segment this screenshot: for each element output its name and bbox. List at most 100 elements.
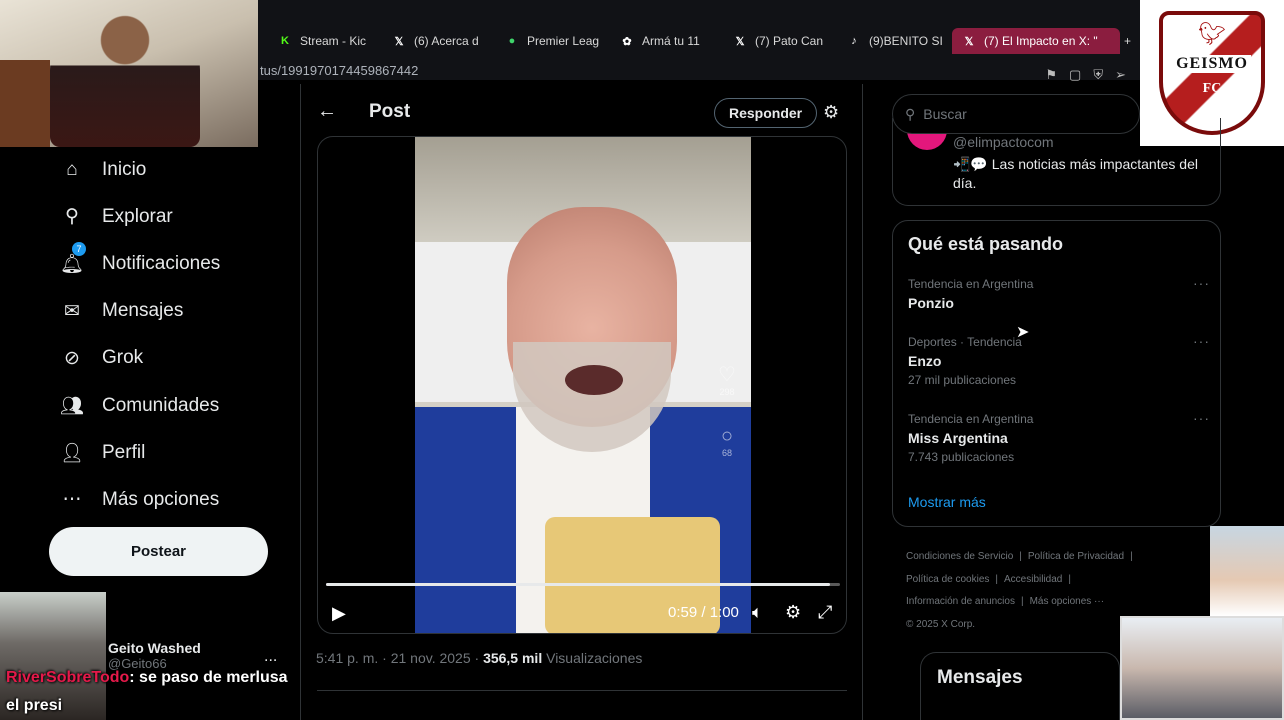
browser-tab[interactable]: ✿ Armá tu 11: [620, 28, 720, 54]
video-progress-fill: [326, 583, 830, 586]
club-name: GEISMO: [1173, 55, 1251, 73]
browser-tab-label: (6) Acerca d: [414, 34, 479, 48]
back-arrow-icon[interactable]: ←: [317, 100, 337, 123]
communities-icon: 👥︎: [59, 395, 85, 417]
video-comment-counter: ○ 68: [715, 425, 739, 458]
sidebar-item-perfil[interactable]: 👤︎ Perfil: [48, 429, 288, 476]
browser-tab[interactable]: 𝕏 (7) Pato Can: [733, 28, 833, 54]
trend-item[interactable]: Tendencia en Argentina Miss Argentina 7.74…: [908, 410, 1210, 464]
chat-message: : se paso de merlusa: [129, 669, 288, 686]
profile-bio: 📲💬 Las noticias más impactantes del día.: [953, 156, 1198, 191]
footer-row: Condiciones de Servicio | Política de Priv…: [906, 546, 1206, 569]
sidebar-item-grok[interactable]: ⊘ Grok: [48, 335, 288, 382]
footer-separator: |: [995, 573, 998, 585]
browser-tab-label: Stream - Kic: [300, 34, 367, 48]
profile-handle[interactable]: @elimpactocom: [953, 134, 1054, 150]
trends-card: Qué está pasando Tendencia en Argentina P…: [892, 220, 1221, 527]
trend-context: Tendencia en Argentina: [908, 412, 1034, 426]
sidebar-nav: ⌂ Inicio ⚲ Explorar 🔔︎ Notificaciones 7 ✉ Mensaj…: [48, 146, 288, 524]
footer-separator: |: [1019, 551, 1022, 562]
screenshot-icon[interactable]: ▢: [1069, 62, 1081, 88]
post-header: ← Post Responder ⚙: [301, 84, 862, 140]
footer-link[interactable]: © 2025 X Corp.: [906, 619, 975, 630]
mouse-cursor-icon: ➤: [1016, 324, 1030, 341]
show-more-link[interactable]: Mostrar más: [908, 494, 986, 510]
gear-tab-icon: ✿: [622, 35, 632, 48]
sliders-icon[interactable]: ⚙: [823, 102, 839, 123]
bookmark-icon[interactable]: ⚑: [1045, 62, 1057, 88]
post-timestamp[interactable]: 5:41 p. m. · 21 nov. 2025 ·: [316, 650, 483, 666]
reply-button[interactable]: Responder: [714, 98, 818, 128]
post-button[interactable]: Postear: [49, 527, 268, 576]
browser-tab[interactable]: ♪ (9)BENITO SI: [847, 28, 947, 54]
browser-tab[interactable]: K Stream - Kic: [278, 28, 378, 54]
club-fc: FC: [1202, 81, 1222, 96]
club-shield: 🐦︎ GEISMO FC: [1159, 11, 1265, 135]
video-frame[interactable]: ♡ 298 ○ 68: [415, 137, 751, 633]
footer-link[interactable]: Información de anuncios: [906, 596, 1015, 607]
post-views-label: Visualizaciones: [542, 650, 643, 666]
address-bar[interactable]: tus/1991970174459867442 ⚑ ▢ ⛨ ➢: [258, 58, 1140, 84]
footer-link[interactable]: Política de cookies: [906, 574, 989, 585]
post-views-count: 356,5 mil: [483, 650, 543, 666]
volume-icon[interactable]: 🔈︎: [752, 602, 763, 623]
webcam-person: [50, 10, 200, 147]
address-bar-actions: ⚑ ▢ ⛨ ➢: [1045, 62, 1126, 88]
search-input[interactable]: ⚲ Buscar: [892, 94, 1140, 134]
premier-league-icon: ●: [508, 35, 516, 47]
post-actions-row: [317, 690, 847, 720]
webcam-overlay: [0, 0, 258, 147]
sidebar-item-label: Notificaciones: [102, 252, 221, 274]
footer-link[interactable]: Condiciones de Servicio: [906, 551, 1013, 562]
browser-tab[interactable]: 𝕏 (6) Acerca d: [392, 28, 492, 54]
profile-icon: 👤︎: [59, 442, 85, 464]
sidebar-item-comunidades[interactable]: 👥︎ Comunidades: [48, 382, 288, 429]
tiktok-icon: ♪: [851, 35, 857, 47]
settings-icon[interactable]: ⚙: [785, 602, 801, 623]
grok-icon: ⊘: [64, 347, 80, 369]
trend-more-icon[interactable]: ···: [1193, 333, 1210, 349]
sidebar-item-label: Grok: [102, 347, 144, 369]
sidebar-item-mensajes[interactable]: ✉ Mensajes: [48, 288, 288, 335]
trend-more-icon[interactable]: ···: [1193, 410, 1210, 426]
sidebar-item-notificaciones[interactable]: 🔔︎ Notificaciones 7: [48, 240, 288, 287]
shield-icon[interactable]: ⛨: [1093, 62, 1103, 88]
trend-name: Enzo: [908, 353, 942, 369]
browser-tab[interactable]: 𝕏 (7) El Impacto en X: ": [952, 28, 1120, 54]
fullscreen-icon[interactable]: ⤢: [818, 602, 832, 623]
trend-item[interactable]: Deportes · Tendencia Enzo 27 mil publicaci…: [908, 333, 1210, 387]
trend-name: Miss Argentina: [908, 430, 1008, 446]
url-text: tus/1991970174459867442: [260, 63, 419, 78]
trend-more-icon[interactable]: ···: [1193, 275, 1210, 291]
page-title: Post: [369, 101, 411, 122]
sidebar-item-m-s-opciones[interactable]: ⋯ Más opciones: [48, 476, 288, 523]
trend-count: 27 mil publicaciones: [908, 373, 1017, 387]
video-player[interactable]: ♡ 298 ○ 68 ▶ 0:59 / 1:00 🔈︎ ⚙ ⤢: [317, 136, 847, 634]
trends-title: Qué está pasando: [908, 234, 1064, 254]
trend-context: Tendencia en Argentina: [908, 277, 1034, 291]
video-like-counter: ♡ 298: [715, 362, 739, 397]
user-name: Geito Washed: [108, 640, 201, 656]
messages-drawer[interactable]: Mensajes: [920, 652, 1120, 720]
browser-tab[interactable]: ● Premier Leag: [505, 28, 605, 54]
play-icon[interactable]: ▶: [332, 603, 346, 624]
stream-chat-overlay: RiverSobreTodo: se paso de merlusa el pr…: [6, 664, 288, 720]
footer-link[interactable]: Más opciones ···: [1030, 596, 1104, 607]
sidebar-item-label: Más opciones: [102, 488, 220, 510]
footer-link[interactable]: Política de Privacidad: [1028, 551, 1124, 562]
chat-username: RiverSobreTodo: [6, 669, 130, 686]
sidebar-item-explorar[interactable]: ⚲ Explorar: [48, 193, 288, 240]
new-tab-button[interactable]: +: [1124, 28, 1131, 54]
sidebar-item-inicio[interactable]: ⌂ Inicio: [48, 146, 288, 193]
sidebar-item-label: Explorar: [102, 205, 173, 227]
send-icon[interactable]: ➢: [1115, 62, 1126, 88]
video-mouth: [565, 365, 623, 395]
footer-separator: |: [1130, 551, 1133, 562]
trend-item[interactable]: Tendencia en Argentina Ponzio ···: [908, 275, 1210, 311]
video-progress-bar[interactable]: [326, 583, 840, 586]
mail-icon: ✉: [64, 300, 80, 322]
browser-tab-label: (7) Pato Can: [755, 34, 824, 48]
x-icon: 𝕏: [394, 35, 404, 48]
footer-row: Información de anuncios | Más opciones ···: [906, 591, 1206, 614]
footer-link[interactable]: Accesibilidad: [1004, 574, 1062, 585]
